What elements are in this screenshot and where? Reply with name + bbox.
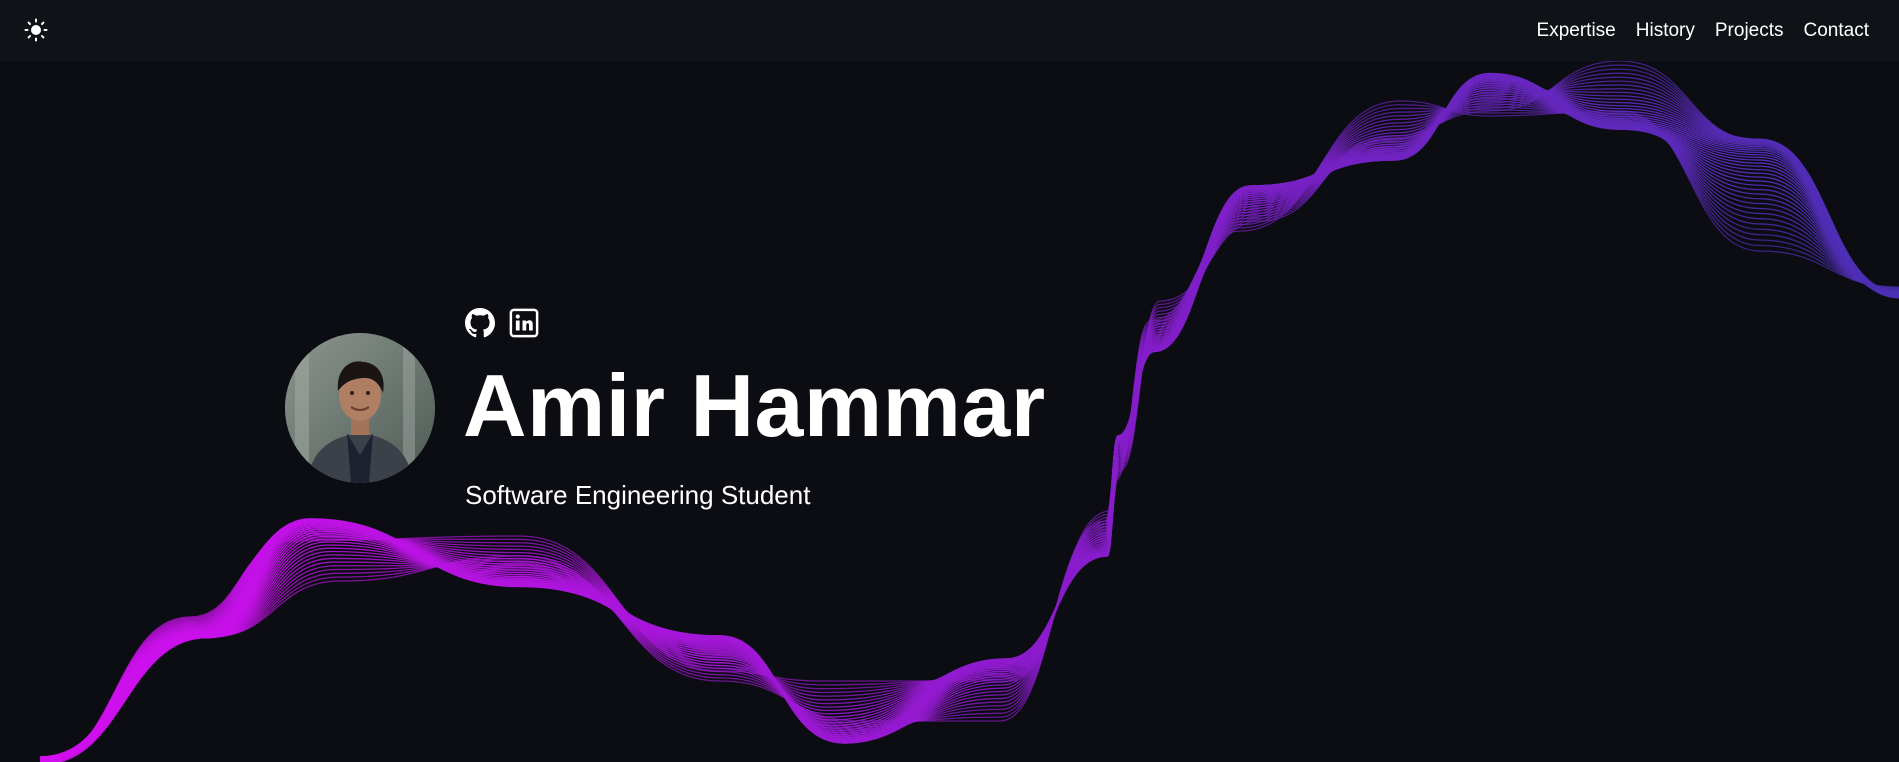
social-links bbox=[465, 308, 539, 338]
linkedin-icon bbox=[509, 308, 539, 338]
hero-name: Amir Hammar bbox=[463, 356, 1046, 455]
linkedin-link[interactable] bbox=[509, 308, 539, 338]
navbar: Expertise History Projects Contact bbox=[0, 0, 1899, 61]
nav-link-history[interactable]: History bbox=[1636, 20, 1695, 42]
main-nav: Expertise History Projects Contact bbox=[1537, 0, 1869, 61]
hero-section: Amir Hammar Software Engineering Student bbox=[0, 0, 1899, 762]
nav-link-contact[interactable]: Contact bbox=[1804, 20, 1869, 42]
nav-link-expertise[interactable]: Expertise bbox=[1537, 20, 1616, 42]
github-icon bbox=[465, 308, 495, 338]
profile-photo bbox=[285, 333, 435, 483]
theme-toggle-button[interactable] bbox=[22, 16, 50, 44]
avatar bbox=[285, 333, 435, 483]
hero-subtitle: Software Engineering Student bbox=[465, 480, 811, 510]
github-link[interactable] bbox=[465, 308, 495, 338]
sun-icon bbox=[24, 18, 48, 42]
nav-link-projects[interactable]: Projects bbox=[1715, 20, 1784, 42]
